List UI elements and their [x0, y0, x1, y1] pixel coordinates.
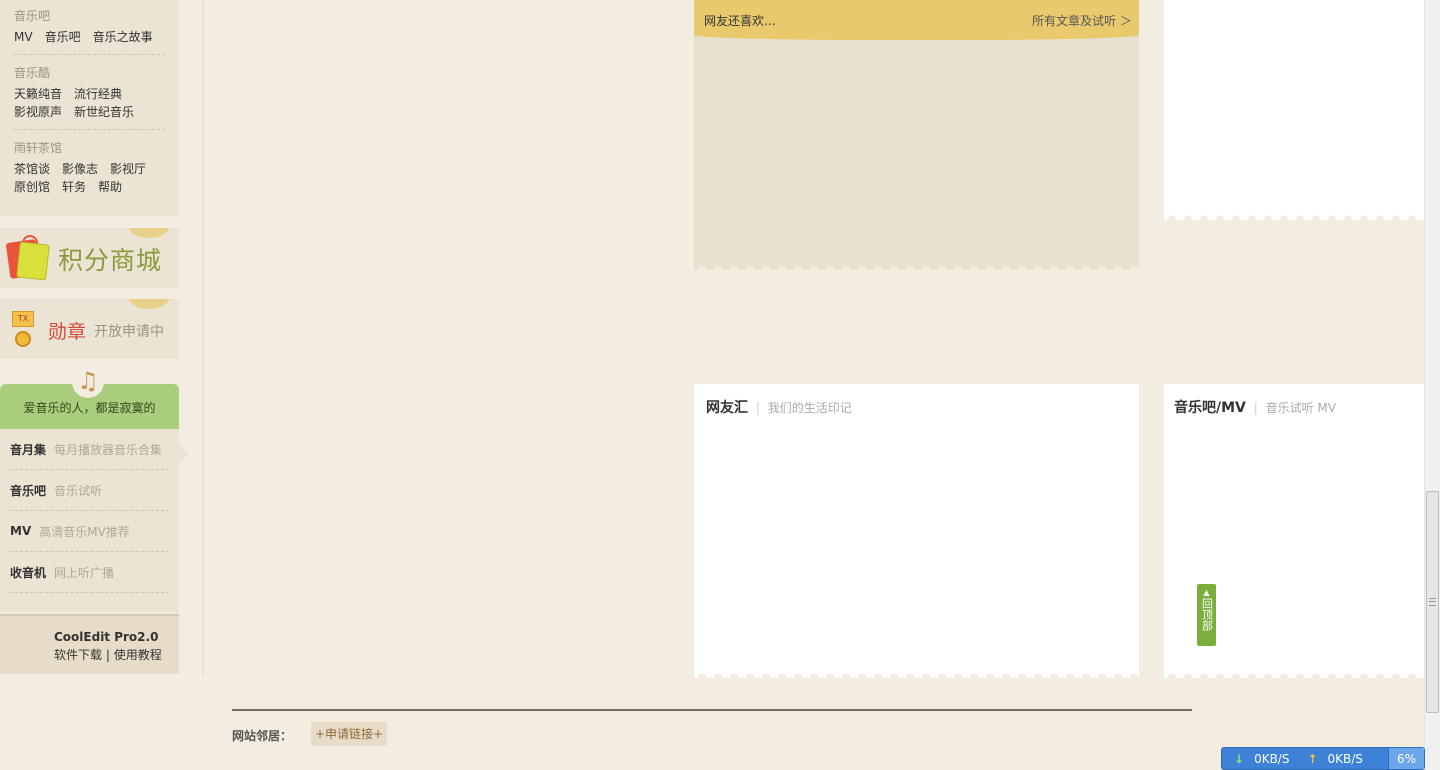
scrollbar-grip-icon [1429, 598, 1436, 606]
nav-link-music-bar[interactable]: 音乐吧 [45, 28, 81, 46]
nav-link-music-story[interactable]: 音乐之故事 [93, 28, 153, 46]
card-title-separator: | [755, 401, 760, 415]
nav-link-pure-music[interactable]: 天籁纯音 [14, 85, 62, 103]
music-item-desc: 高清音乐MV推荐 [39, 524, 130, 539]
nav-group-heading: 音乐酷 [14, 66, 51, 80]
banner-tab-decoration [127, 299, 171, 309]
cooledit-box: CoolEdit Pro2.0 软件下载 | 使用教程 [0, 614, 179, 674]
card-title[interactable]: 音乐吧/MV [1174, 400, 1246, 416]
medal-coin-icon [15, 331, 31, 347]
music-item-title: MV [10, 524, 32, 538]
music-list: 音月集 每月播放器音乐合集 音乐吧 音乐试听 MV 高清音乐MV推荐 收音机 网… [0, 429, 179, 613]
upload-speed: 0KB/S [1327, 751, 1363, 766]
banner-tab-decoration [127, 228, 171, 238]
nav-group-heading: 音乐吧 [14, 9, 51, 23]
music-item-desc: 音乐试听 [54, 483, 103, 498]
scrollbar-grip-icon [1429, 601, 1436, 602]
nav-link-tea-talk[interactable]: 茶馆谈 [14, 160, 50, 178]
points-shop-label: 积分商城 [58, 246, 163, 275]
music-item-title: 音月集 [10, 442, 47, 457]
music-item-radio[interactable]: 收音机 网上听广播 [10, 552, 169, 593]
music-item-title: 音乐吧 [10, 483, 47, 498]
music-item-monthly[interactable]: 音月集 每月播放器音乐合集 [10, 429, 169, 470]
nav-link-original[interactable]: 原创馆 [14, 178, 50, 196]
nav-group-music-cool: 音乐酷 天籁纯音 流行经典 影视原声 新世纪音乐 [14, 65, 165, 130]
nav-link-help[interactable]: 帮助 [98, 178, 122, 196]
back-to-top-button[interactable]: ▲ 回顶部 [1197, 584, 1216, 646]
footer-neighbors-label: 网站邻居： [232, 729, 293, 743]
music-item-desc: 每月播放器音乐合集 [54, 442, 163, 457]
cooledit-download-link[interactable]: 软件下载 [54, 648, 102, 662]
card-scallop-edge [1164, 212, 1424, 220]
card-subtitle: 我们的生活印记 [767, 401, 852, 415]
top-right-card [1164, 0, 1424, 220]
upload-arrow-icon: ↑ [1307, 751, 1318, 766]
music-note-icon: ♫ [72, 366, 104, 398]
nav-link-image-journal[interactable]: 影像志 [62, 160, 98, 178]
nav-group-teahouse: 雨轩茶馆 茶馆谈 影像志 影视厅 原创馆 轩务 帮助 [14, 140, 165, 204]
sidebar-divider [202, 0, 204, 676]
usage-percent: 6% [1388, 748, 1424, 769]
nav-line: 影视原声 新世纪音乐 [14, 103, 165, 121]
nav-link-soundtrack[interactable]: 影视原声 [14, 103, 62, 121]
card-header: 音乐吧/MV | 音乐试听 MV [1174, 397, 1336, 417]
medal-status: 开放申请中 [94, 324, 164, 340]
active-item-arrow [179, 444, 189, 464]
shopping-bag-icon [16, 241, 50, 281]
card-scallop-edge [694, 262, 1139, 270]
music-item-desc: 网上听广播 [54, 565, 115, 580]
card-title[interactable]: 网友汇 [706, 400, 748, 416]
card-scallop-edge [1164, 670, 1424, 678]
also-liked-card [694, 0, 1139, 270]
music-item-title: 收音机 [10, 565, 47, 580]
nav-group-music-bar: 音乐吧 MV 音乐吧 音乐之故事 [14, 8, 165, 55]
also-liked-title: 网友还喜欢... [704, 14, 776, 28]
music-slogan: 爱音乐的人，都是寂寞的 [23, 401, 156, 415]
download-speed: 0KB/S [1254, 751, 1290, 766]
medal-banner[interactable]: TX 勋章 开放申请中 [0, 299, 179, 359]
nav-link-pop-classic[interactable]: 流行经典 [74, 85, 122, 103]
cooledit-tutorial-link[interactable]: 使用教程 [114, 648, 162, 662]
points-shop-banner[interactable]: 积分商城 [0, 228, 179, 288]
all-articles-link[interactable]: 所有文章及试听 ＞ [1032, 12, 1132, 29]
nav-line: 原创馆 轩务 帮助 [14, 178, 165, 196]
card-subtitle: 音乐试听 MV [1265, 401, 1336, 415]
netfriend-card: 网友汇 | 我们的生活印记 [694, 384, 1139, 678]
apply-link-button[interactable]: +申请链接+ [311, 722, 387, 746]
music-item-mv[interactable]: MV 高清音乐MV推荐 [10, 511, 169, 552]
cooledit-title: CoolEdit Pro2.0 [54, 630, 159, 644]
download-arrow-icon: ↓ [1234, 751, 1245, 766]
nav-line: 茶馆谈 影像志 影视厅 [14, 160, 165, 178]
link-separator: | [105, 648, 110, 662]
nav-link-affairs[interactable]: 轩务 [62, 178, 86, 196]
music-item-music-bar[interactable]: 音乐吧 音乐试听 [10, 470, 169, 511]
network-speed-widget[interactable]: ↓ 0KB/S ↑ 0KB/S 6% [1221, 747, 1425, 770]
nav-link-cinema[interactable]: 影视厅 [110, 160, 146, 178]
back-to-top-label: 回顶部 [1200, 598, 1214, 631]
sidebar-nav-panel: 音乐吧 MV 音乐吧 音乐之故事 音乐酷 天籁纯音 流行经典 影视原声 新世纪音… [0, 0, 179, 216]
card-title-separator: | [1253, 401, 1258, 415]
nav-group-heading: 雨轩茶馆 [14, 141, 63, 155]
cooledit-links: 软件下载 | 使用教程 [54, 646, 179, 664]
up-arrow-icon: ▲ [1203, 588, 1210, 597]
nav-link-new-age[interactable]: 新世纪音乐 [74, 103, 134, 121]
nav-line: 天籁纯音 流行经典 [14, 85, 165, 103]
card-header: 网友汇 | 我们的生活印记 [706, 397, 852, 417]
footer-divider [232, 709, 1192, 711]
card-scallop-edge [694, 670, 1139, 678]
medal-icon: TX [12, 311, 34, 327]
nav-link-mv[interactable]: MV [14, 28, 33, 46]
medal-label: 勋章 [48, 321, 87, 343]
nav-line: MV 音乐吧 音乐之故事 [14, 28, 165, 46]
